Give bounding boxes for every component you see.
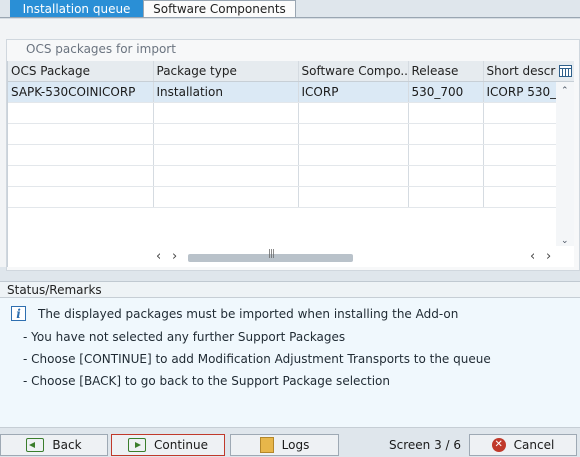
- cell-package-type[interactable]: Installation: [153, 81, 299, 103]
- scroll-first-icon[interactable]: ‹: [156, 249, 161, 264]
- vertical-scrollbar[interactable]: ⌃ ⌄: [556, 82, 574, 246]
- status-message: - Choose [CONTINUE] to add Modification …: [23, 352, 491, 366]
- tab-bar: Installation queue Software Components: [0, 0, 580, 18]
- back-button[interactable]: Back: [0, 434, 108, 456]
- scroll-down-icon[interactable]: ⌄: [561, 236, 569, 246]
- logs-icon: [259, 437, 274, 453]
- back-icon: [26, 438, 45, 452]
- footer-toolbar: Back Continue Logs Screen 3 / 6 ✕ Cancel: [0, 427, 580, 457]
- packages-group: OCS Package Package type Software Compo.…: [6, 39, 580, 271]
- scroll-right-icon[interactable]: ‹: [530, 249, 535, 264]
- screen-indicator: Screen 3 / 6: [389, 438, 462, 452]
- info-icon: i: [11, 306, 26, 321]
- cell-ocs-package[interactable]: SAPK-530COINICORP: [8, 81, 154, 103]
- back-button-label: Back: [52, 438, 82, 452]
- cancel-button[interactable]: ✕ Cancel: [469, 434, 577, 456]
- status-message: The displayed packages must be imported …: [38, 307, 459, 321]
- cancel-button-label: Cancel: [513, 438, 555, 452]
- column-header-ocs-package[interactable]: OCS Package: [8, 61, 154, 82]
- column-header-package-type[interactable]: Package type: [153, 61, 299, 82]
- status-message: - Choose [BACK] to go back to the Suppor…: [23, 374, 390, 388]
- cell-short-description[interactable]: ICORP 530_7: [483, 81, 557, 103]
- continue-button[interactable]: Continue: [111, 434, 225, 456]
- status-panel: Status/Remarks i The displayed packages …: [0, 281, 580, 428]
- table-row-empty[interactable]: [8, 102, 557, 124]
- tab-software-components[interactable]: Software Components: [143, 0, 296, 17]
- horizontal-scrollbar[interactable]: ‹ › ||| ‹ ›: [148, 249, 556, 265]
- logs-button[interactable]: Logs: [230, 434, 339, 456]
- scroll-thumb[interactable]: |||: [188, 249, 353, 262]
- column-header-short-description[interactable]: Short descrip: [483, 61, 557, 82]
- group-title: OCS packages for import: [26, 42, 176, 56]
- table-row-empty[interactable]: [8, 165, 557, 187]
- continue-icon: [128, 438, 147, 452]
- cell-release[interactable]: 530_700: [408, 81, 484, 103]
- cell-software-component[interactable]: ICORP: [298, 81, 409, 103]
- tab-installation-queue[interactable]: Installation queue: [10, 0, 143, 17]
- column-header-software-component[interactable]: Software Compo...: [298, 61, 409, 82]
- table-row-empty[interactable]: [8, 186, 557, 208]
- table-row[interactable]: SAPK-530COINICORP Installation ICORP 530…: [8, 81, 557, 103]
- cancel-icon: ✕: [491, 438, 506, 452]
- table-row-empty[interactable]: [8, 123, 557, 145]
- table-header-row: OCS Package Package type Software Compo.…: [8, 61, 557, 82]
- logs-button-label: Logs: [281, 438, 310, 452]
- column-settings-icon[interactable]: [556, 61, 574, 82]
- column-header-release[interactable]: Release: [408, 61, 484, 82]
- main-panel: OCS Package Package type Software Compo.…: [0, 18, 580, 271]
- status-message: - You have not selected any further Supp…: [23, 330, 346, 344]
- scroll-last-icon[interactable]: ›: [546, 249, 551, 264]
- scroll-up-icon[interactable]: ⌃: [561, 86, 569, 96]
- scroll-left-icon[interactable]: ›: [172, 249, 177, 264]
- packages-table: OCS Package Package type Software Compo.…: [7, 61, 574, 267]
- status-title: Status/Remarks: [0, 282, 580, 298]
- continue-button-label: Continue: [154, 438, 208, 452]
- table-row-empty[interactable]: [8, 144, 557, 166]
